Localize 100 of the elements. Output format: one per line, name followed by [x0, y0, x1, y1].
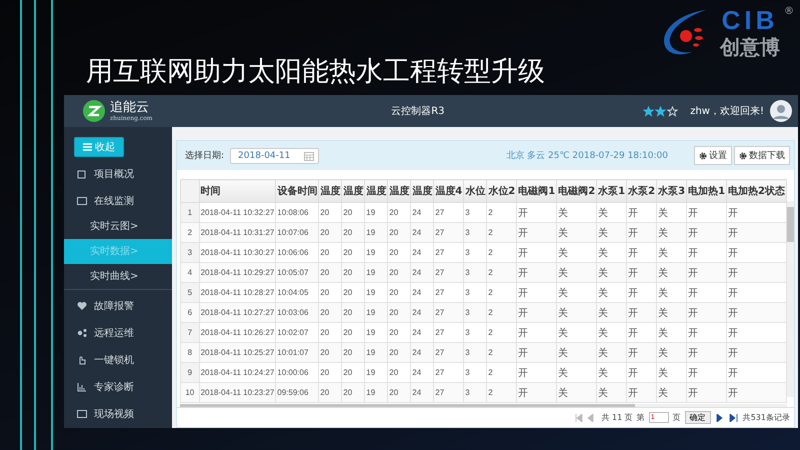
- app-title: 云控制器R3: [390, 104, 446, 118]
- table-cell: 3: [464, 262, 487, 282]
- column-header: 水泵1: [596, 180, 627, 202]
- table-cell: 开: [726, 222, 786, 242]
- table-cell: 2: [486, 302, 517, 322]
- table-cell: 3: [464, 382, 487, 402]
- table-cell: 开: [726, 342, 786, 362]
- confirm-button[interactable]: 确定: [684, 411, 711, 424]
- record-count-text: 共531条记录: [742, 412, 790, 423]
- table-cell: 开: [516, 222, 557, 242]
- table-cell: 开: [686, 262, 727, 282]
- date-label: 选择日期:: [185, 150, 224, 162]
- date-field[interactable]: 2018-04-11: [230, 148, 320, 164]
- table-cell: 关: [656, 342, 687, 362]
- table-cell: 10:07:06: [276, 222, 319, 242]
- table-cell: 关: [596, 382, 627, 402]
- row-number: 5: [180, 282, 200, 302]
- table-cell: 27: [434, 222, 464, 242]
- download-button[interactable]: 数据下载: [734, 146, 790, 165]
- total-pages-text: 共 11 页: [601, 412, 633, 423]
- table-cell: 19: [364, 302, 388, 322]
- page-prefix-text: 第: [636, 412, 645, 423]
- sidebar-item[interactable]: 在线监测: [64, 187, 172, 214]
- table-cell: 27: [434, 262, 464, 282]
- table-cell: 19: [364, 382, 388, 402]
- avatar-icon[interactable]: [770, 100, 792, 122]
- column-header: 设备时间: [276, 180, 319, 202]
- table-cell: 2: [486, 222, 517, 242]
- table-cell: 2018-04-11 10:27:27: [199, 302, 276, 322]
- table-cell: 关: [556, 302, 597, 322]
- table-cell: 20: [342, 342, 365, 362]
- column-header: 温度: [342, 180, 365, 202]
- table-cell: 20: [388, 302, 411, 322]
- weather-text: 北京 多云 25℃ 2018-07-29 18:10:00: [505, 150, 669, 162]
- table-cell: 24: [410, 262, 434, 282]
- column-header: 时间: [199, 180, 276, 202]
- table-cell: 关: [596, 262, 627, 282]
- table-cell: 开: [726, 262, 786, 282]
- table-cell: 开: [686, 342, 727, 362]
- column-header: 温度: [364, 180, 388, 202]
- page-suffix-text: 页: [672, 412, 681, 423]
- sidebar-item[interactable]: 现场视频: [64, 400, 172, 427]
- image-icon: [77, 408, 87, 418]
- table-cell: 20: [342, 302, 365, 322]
- sidebar-item[interactable]: 项目概况: [64, 160, 172, 187]
- table-cell: 开: [516, 302, 557, 322]
- row-number: 3: [180, 242, 200, 262]
- table-cell: 开: [626, 262, 657, 282]
- table-cell: 2: [486, 342, 517, 362]
- table-cell: 关: [556, 382, 597, 402]
- table-cell: 20: [342, 262, 365, 282]
- column-header: 电磁阀2: [556, 180, 597, 202]
- table-cell: 20: [318, 302, 342, 322]
- column-header: 温度: [410, 180, 434, 202]
- settings-button[interactable]: 设置: [694, 146, 732, 165]
- table-cell: 关: [556, 342, 597, 362]
- table-cell: 2: [486, 262, 517, 282]
- sidebar-subitem[interactable]: 实时曲线>: [64, 264, 172, 289]
- sidebar-item[interactable]: 故障报警: [64, 292, 172, 319]
- filled-star-icon[interactable]: [643, 106, 654, 116]
- table-cell: 2018-04-11 10:29:27: [199, 262, 276, 282]
- table-cell: 09:59:06: [276, 382, 319, 402]
- sidebar-item[interactable]: 专家诊断: [64, 373, 172, 400]
- table-cell: 20: [318, 262, 342, 282]
- table-cell: 开: [726, 382, 786, 402]
- row-number: 7: [180, 322, 200, 342]
- brand-name: 创意博: [720, 34, 780, 60]
- table-cell: 24: [410, 382, 434, 402]
- table-cell: 关: [656, 302, 687, 322]
- registered-mark: ®: [784, 6, 794, 17]
- table-cell: 开: [726, 302, 786, 322]
- table-cell: 27: [434, 302, 464, 322]
- filled-star-icon[interactable]: [655, 106, 666, 116]
- vertical-scrollbar[interactable]: [787, 201, 794, 397]
- table-cell: 关: [556, 222, 597, 242]
- image-icon: [77, 196, 87, 206]
- table-cell: 20: [388, 342, 411, 362]
- column-header: 温度: [318, 180, 342, 202]
- sidebar-item[interactable]: 远程运维: [64, 319, 172, 346]
- table-cell: 19: [364, 222, 388, 242]
- table-cell: 24: [410, 222, 434, 242]
- table-cell: 20: [318, 382, 342, 402]
- next-last-page-icon[interactable]: [714, 414, 739, 422]
- table-cell: 3: [464, 302, 487, 322]
- horizontal-scrollbar[interactable]: [180, 404, 787, 407]
- column-header: 水位2: [486, 180, 517, 202]
- table-cell: 20: [388, 382, 411, 402]
- heart-icon: [77, 300, 87, 310]
- gear-icon: [699, 152, 707, 160]
- logo-icon: [82, 99, 106, 123]
- outline-star-icon[interactable]: [667, 106, 678, 116]
- row-number: 8: [180, 342, 200, 362]
- table-cell: 开: [686, 302, 727, 322]
- sidebar-item[interactable]: 一键锁机: [64, 346, 172, 373]
- gear-icon: [739, 152, 747, 160]
- sidebar-subitem[interactable]: 实时云图>: [64, 214, 172, 239]
- table-cell: 开: [626, 222, 657, 242]
- table-cell: 10:05:07: [276, 262, 319, 282]
- table-cell: 20: [388, 222, 411, 242]
- column-header: 温度4: [434, 180, 464, 202]
